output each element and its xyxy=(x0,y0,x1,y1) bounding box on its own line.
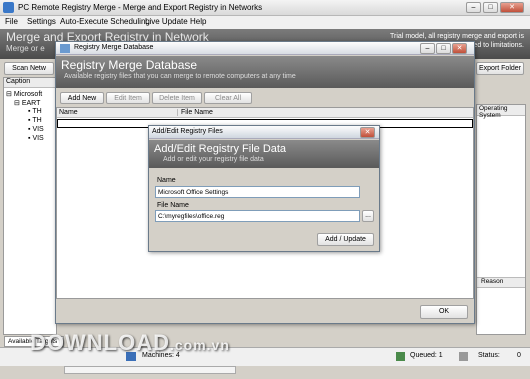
edit-dialog-heading: Add/Edit Registry File Data xyxy=(154,143,287,155)
file-name-column-header[interactable]: File Name xyxy=(177,109,213,116)
tree-item[interactable]: ▪ TH xyxy=(28,117,42,124)
queued-count: Queued: 1 xyxy=(410,352,443,359)
add-edit-registry-dialog: Add/Edit Registry Files ✕ Add/Edit Regis… xyxy=(148,125,380,252)
tree-item[interactable]: ▪ TH xyxy=(28,108,42,115)
edit-dialog-header: Add/Edit Registry File Data Add or edit … xyxy=(149,140,379,168)
edit-item-button[interactable]: Edit Item xyxy=(106,92,150,104)
computer-tree[interactable]: Caption ⊟ Microsoft ⊟ EART ▪ TH ▪ TH ▪ V… xyxy=(3,77,57,335)
tree-item[interactable]: ▪ VIS xyxy=(28,126,44,133)
reason-column[interactable]: Reason xyxy=(477,277,525,288)
minimize-icon[interactable]: – xyxy=(420,43,435,54)
operating-system-column[interactable]: Operating System xyxy=(477,105,525,119)
edit-dialog-title: Add/Edit Registry Files xyxy=(152,128,223,135)
tree-item[interactable]: ⊟ Microsoft xyxy=(6,90,42,98)
status-value: 0 xyxy=(517,352,521,359)
tree-item[interactable]: ▪ VIS xyxy=(28,135,44,142)
menu-settings[interactable]: Settings xyxy=(27,17,56,26)
merge-dialog-titlebar: Registry Merge Database – □ ✕ xyxy=(56,42,474,55)
delete-item-button[interactable]: Delete Item xyxy=(152,92,202,104)
menu-bar: File Settings Auto-Execute Scheduling Li… xyxy=(0,16,530,29)
download-watermark: DOWNLOAD.com.vn xyxy=(30,330,230,355)
status-icon xyxy=(459,352,468,361)
merge-dialog-title: Registry Merge Database xyxy=(74,44,154,51)
registry-icon xyxy=(60,44,70,53)
header-subtitle: Merge or e xyxy=(6,44,45,53)
scan-network-button[interactable]: Scan Netw xyxy=(4,62,54,75)
menu-auto-execute[interactable]: Auto-Execute Scheduling xyxy=(60,17,150,26)
name-field[interactable]: Microsoft Office Settings xyxy=(155,186,360,198)
merge-dialog-subheading: Available registry files that you can me… xyxy=(64,73,296,80)
browse-button[interactable]: ... xyxy=(362,210,374,222)
maximize-icon[interactable]: □ xyxy=(483,2,498,13)
caption-header: Caption xyxy=(4,78,56,88)
tree-item[interactable]: ⊟ EART xyxy=(14,99,40,107)
window-titlebar: PC Remote Registry Merge - Merge and Exp… xyxy=(0,0,530,16)
close-icon[interactable]: ✕ xyxy=(500,2,524,13)
close-icon[interactable]: ✕ xyxy=(452,43,467,54)
close-icon[interactable]: ✕ xyxy=(360,127,375,138)
menu-help[interactable]: Help xyxy=(190,17,206,26)
status-label: Status: xyxy=(478,352,500,359)
results-panel: Operating System Reason xyxy=(476,104,526,335)
window-title: PC Remote Registry Merge - Merge and Exp… xyxy=(18,3,263,12)
clear-all-button[interactable]: Clear All xyxy=(204,92,252,104)
name-label: Name xyxy=(157,177,176,184)
ok-button[interactable]: OK xyxy=(420,305,468,319)
file-name-field[interactable]: C:\myregfiles\office.reg xyxy=(155,210,360,222)
menu-live-update[interactable]: Live Update xyxy=(145,17,188,26)
file-name-label: File Name xyxy=(157,202,189,209)
minimize-icon[interactable]: – xyxy=(466,2,481,13)
add-update-button[interactable]: Add / Update xyxy=(317,233,374,246)
name-column-header[interactable]: Name xyxy=(59,109,78,116)
merge-dialog-heading: Registry Merge Database xyxy=(61,58,198,72)
merge-dialog-header: Registry Merge Database Available regist… xyxy=(56,56,474,88)
menu-file[interactable]: File xyxy=(5,17,18,26)
export-folder-button[interactable]: Export Folder xyxy=(476,62,524,75)
edit-dialog-titlebar: Add/Edit Registry Files ✕ xyxy=(149,126,379,139)
maximize-icon[interactable]: □ xyxy=(436,43,451,54)
queue-icon xyxy=(396,352,405,361)
add-new-button[interactable]: Add New xyxy=(60,92,104,104)
edit-dialog-subheading: Add or edit your registry file data xyxy=(163,156,264,163)
progress-bar xyxy=(64,366,236,374)
app-icon xyxy=(3,2,14,13)
